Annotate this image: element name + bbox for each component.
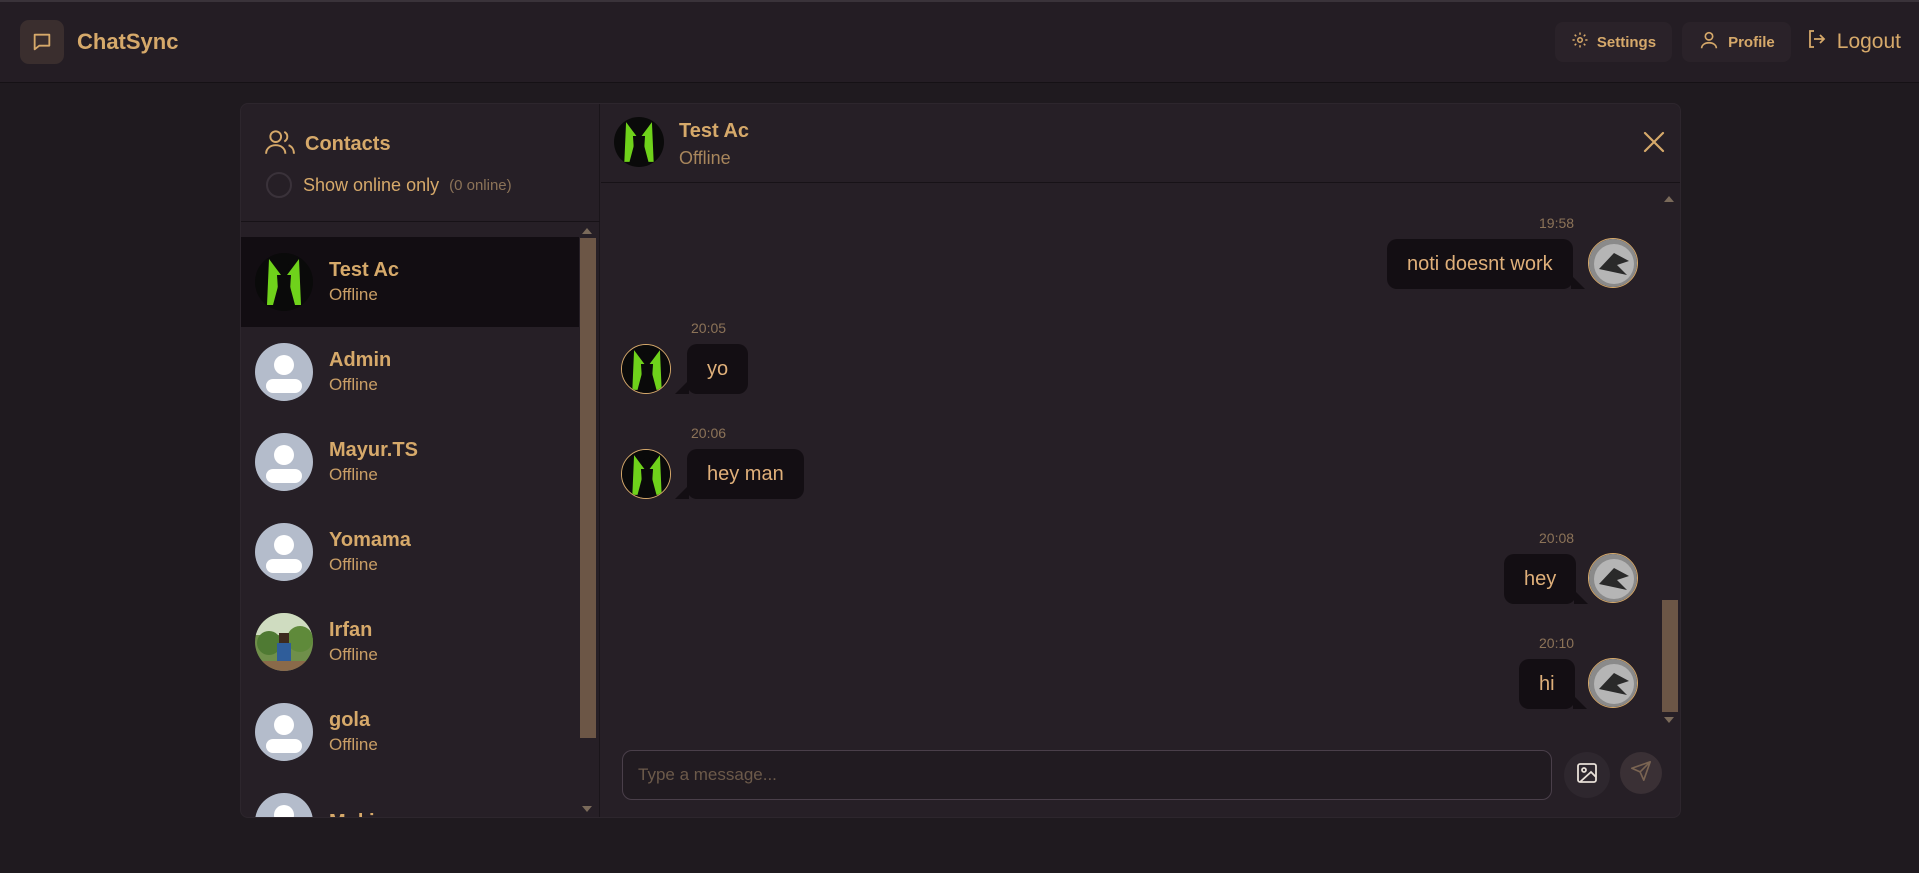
gear-icon (1571, 31, 1589, 53)
scroll-thumb[interactable] (1662, 600, 1678, 712)
contact-item[interactable]: Test Ac Offline (241, 237, 579, 327)
settings-label: Settings (1596, 33, 1657, 51)
contact-status: Offline (329, 375, 378, 394)
contacts-title: Contacts (305, 133, 391, 155)
chat-card: Contacts Show online only (0 online) Tes… (240, 103, 1681, 818)
app-name: ChatSync (77, 29, 179, 54)
contact-list: Test Ac Offline Admin Offline Mayur.TS O… (241, 237, 579, 817)
chat-scrollbar[interactable] (1662, 190, 1678, 725)
chat-contact-status: Offline (679, 148, 731, 168)
contact-name: Moki (329, 809, 375, 817)
contact-name: Test Ac (329, 259, 400, 281)
contact-name: Yomama (329, 529, 411, 551)
image-icon (1575, 761, 1599, 790)
scroll-up-icon[interactable] (1664, 196, 1674, 202)
image-upload-button[interactable] (1564, 752, 1610, 798)
contact-name: Admin (329, 349, 392, 371)
send-icon (1630, 760, 1652, 787)
contact-item[interactable]: Moki (241, 777, 579, 817)
profile-label: Profile (1728, 33, 1775, 51)
default-avatar-icon (255, 523, 313, 581)
default-avatar-icon (255, 433, 313, 491)
contact-item[interactable]: Irfan Offline (241, 597, 579, 687)
contact-status: Offline (329, 555, 378, 574)
scroll-down-icon[interactable] (582, 806, 592, 812)
profile-button[interactable]: Profile (1682, 22, 1791, 62)
contact-item[interactable]: gola Offline (241, 687, 579, 777)
contact-item[interactable]: Yomama Offline (241, 507, 579, 597)
scroll-thumb[interactable] (580, 238, 596, 738)
users-icon (265, 128, 295, 161)
contact-name: gola (329, 709, 371, 731)
default-avatar-icon (255, 343, 313, 401)
chat-contact-name: Test Ac (679, 120, 750, 142)
avatar (621, 344, 671, 394)
message-time: 20:06 (691, 425, 727, 441)
avatar (621, 449, 671, 499)
chat-panel: Test Ac Offline 19:58 noti doesnt work 2… (601, 104, 1680, 817)
logout-label: Logout (1836, 30, 1901, 53)
contact-status: Offline (329, 465, 378, 484)
contact-name: Irfan (329, 619, 373, 641)
message-bubble: hi (1519, 659, 1587, 709)
message-input[interactable] (622, 750, 1552, 800)
contact-item[interactable]: Mayur.TS Offline (241, 417, 579, 507)
message-bubble: hey (1504, 554, 1589, 604)
online-only-toggle[interactable] (266, 172, 292, 198)
scroll-up-icon[interactable] (582, 228, 592, 234)
chat-header: Test Ac Offline (601, 104, 1680, 183)
contact-status: Offline (329, 645, 378, 664)
avatar (255, 613, 313, 671)
send-button[interactable] (1620, 752, 1662, 794)
avatar (1588, 238, 1638, 288)
message-time: 20:10 (1539, 635, 1575, 651)
chat-bubble-icon (20, 20, 64, 64)
avatar (1588, 658, 1638, 708)
contact-status: Offline (329, 735, 378, 754)
contacts-scrollbar[interactable] (580, 226, 596, 816)
close-icon[interactable] (1638, 126, 1670, 158)
avatar (255, 253, 313, 311)
avatar (1588, 553, 1638, 603)
message-time: 20:08 (1539, 530, 1575, 546)
contact-item[interactable]: Admin Offline (241, 327, 579, 417)
scroll-down-icon[interactable] (1664, 717, 1674, 723)
online-filter-label: Show online only (303, 174, 440, 195)
top-navbar: ChatSync Settings Profile Logout (0, 0, 1919, 83)
default-avatar-icon (255, 793, 313, 817)
contact-name: Mayur.TS (329, 439, 418, 461)
user-icon (1698, 29, 1720, 55)
avatar (614, 117, 664, 167)
message-list: 19:58 noti doesnt work 20:05 yo 20:06 he… (601, 184, 1680, 729)
settings-button[interactable]: Settings (1554, 22, 1673, 62)
message-bubble: hey man (675, 449, 804, 499)
brand[interactable]: ChatSync (20, 20, 178, 64)
divider (241, 221, 600, 222)
message-bubble: yo (674, 344, 749, 394)
online-count: (0 online) (449, 176, 512, 194)
logout-button[interactable]: Logout (1801, 22, 1901, 62)
message-bubble: noti doesnt work (1387, 239, 1585, 289)
message-time: 19:58 (1539, 215, 1575, 231)
online-filter: Show online only (0 online) (266, 172, 512, 198)
message-time: 20:05 (691, 320, 727, 336)
logout-icon (1805, 27, 1829, 57)
default-avatar-icon (255, 703, 313, 761)
contact-status: Offline (329, 285, 378, 304)
contacts-sidebar: Contacts Show online only (0 online) Tes… (241, 104, 600, 817)
